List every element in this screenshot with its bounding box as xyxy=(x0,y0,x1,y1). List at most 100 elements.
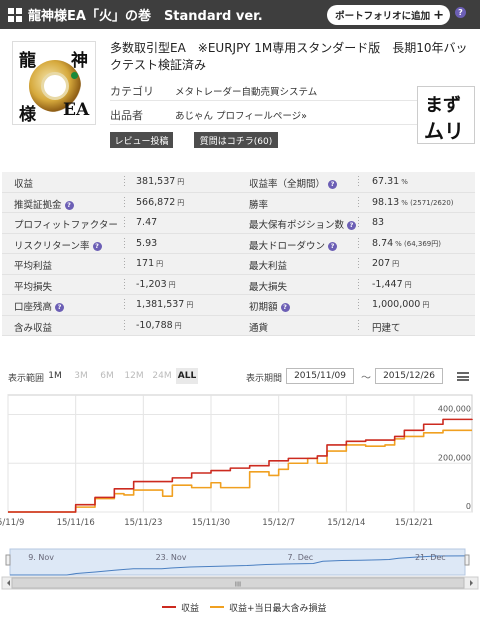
stat-value: 566,872 円 xyxy=(136,197,184,208)
seller-label: 出品者 xyxy=(110,109,143,122)
stat-value-text: 98.13 xyxy=(372,196,400,208)
date-separator: 〜 xyxy=(361,373,371,384)
range-label: 表示範囲 xyxy=(8,374,45,384)
y-tick-label: 200,000 xyxy=(438,453,471,462)
stat-unit: 円 xyxy=(186,301,194,309)
navigator-label: 9. Nov xyxy=(28,553,54,562)
stat-label-text: 含み収益 xyxy=(14,322,53,334)
stat-unit: % (64,369円) xyxy=(395,239,441,248)
stat-label: リスクリターン率? xyxy=(14,238,102,252)
review-button[interactable]: レビュー投稿 xyxy=(110,132,173,148)
stat-label: 通貨 xyxy=(249,320,268,334)
stat-label-text: 最大利益 xyxy=(249,261,288,272)
navigator-label: 21. Dec xyxy=(415,553,446,562)
stats-row: 口座残高? 1,381,537 円初期額? 1,000,000 円 xyxy=(2,295,475,316)
stat-unit: 円 xyxy=(177,198,185,207)
stat-value: 381,537 円 xyxy=(136,176,184,187)
stat-label: 最大ドローダウン? xyxy=(249,238,338,252)
stat-unit: 円 xyxy=(404,280,412,289)
grid-icon[interactable] xyxy=(8,7,22,22)
stat-value-text: 566,872 xyxy=(136,196,176,208)
navigator-chart[interactable]: 9. Nov 23. Nov 7. Dec 21. Dec III xyxy=(0,545,480,595)
stat-label-text: 平均利益 xyxy=(14,261,53,272)
range-1m-button[interactable]: 1M xyxy=(45,368,65,384)
plot-area xyxy=(7,394,473,513)
stat-unit: 円 xyxy=(422,301,430,309)
stats-row: リスクリターン率? 5.93 最大ドローダウン? 8.74% (64,369円) xyxy=(2,234,475,254)
legend-item[interactable]: 収益 xyxy=(162,600,199,614)
range-12m-button[interactable]: 12M xyxy=(122,368,146,384)
stats-table: 収益 381,537 円収益率（全期間）? 67.31% 推奨証拠金? 566,872 円勝… xyxy=(2,172,475,336)
stat-value: -10,788 円 xyxy=(136,320,182,331)
stat-label-text: 通貨 xyxy=(249,322,269,334)
help-icon[interactable]: ? xyxy=(92,241,102,251)
help-icon[interactable]: ? xyxy=(280,303,290,312)
y-tick-label: 400,000 xyxy=(438,405,471,414)
date-to-input[interactable]: 2015/12/26 xyxy=(375,368,443,384)
stat-value-text: 8.74 xyxy=(372,237,394,249)
stat-label-text: 初期額 xyxy=(249,302,278,313)
help-icon[interactable]: ? xyxy=(328,241,338,251)
stat-value: 1,381,537 円 xyxy=(136,299,193,310)
stat-label-text: 最大ドローダウン xyxy=(249,240,326,252)
menu-icon[interactable] xyxy=(457,372,469,381)
range-3m-button[interactable]: 3M xyxy=(71,368,91,384)
legend-item[interactable]: 収益+当日最大含み損益 xyxy=(210,600,327,614)
stat-value: 207 円 xyxy=(372,258,399,269)
stats-row: 平均損失 -1,203 円最大損失 -1,447 円 xyxy=(2,275,475,295)
help-icon[interactable]: ? xyxy=(455,7,466,18)
stat-value: 8.74% (64,369円) xyxy=(372,238,441,249)
stat-value-text: 円建て xyxy=(372,322,401,334)
stat-value: 7.47 xyxy=(136,217,157,228)
stat-value-text: 7.47 xyxy=(136,217,158,228)
add-portfolio-label: ポートフォリオに追加 xyxy=(335,11,431,22)
x-tick-label: 15/12/21 xyxy=(395,518,433,528)
scrollbar-grip: III xyxy=(235,581,241,589)
seller-link[interactable]: あじゃん プロフィールページ» xyxy=(175,108,307,122)
stat-value-text: 67.31 xyxy=(372,176,400,187)
help-icon[interactable]: ? xyxy=(64,200,74,210)
stat-value-text: -10,788 xyxy=(136,319,173,331)
stats-row: 収益 381,537 円 収益率（全期間）? 67.31% xyxy=(2,172,475,193)
add-portfolio-button[interactable]: ポートフォリオに追加 + xyxy=(327,5,450,25)
x-tick-label: 15/12/14 xyxy=(327,518,365,528)
x-tick-label: 15/11/30 xyxy=(192,518,230,528)
question-button[interactable]: 質問はコチラ(60) xyxy=(194,132,278,148)
date-from-input[interactable]: 2015/11/09 xyxy=(286,368,354,384)
range-24m-button[interactable]: 24M xyxy=(150,368,174,384)
stat-unit: 円 xyxy=(392,260,400,268)
x-tick-label: 15/11/16 xyxy=(57,518,95,528)
navigator-right-handle[interactable] xyxy=(464,554,470,566)
help-icon[interactable]: ? xyxy=(55,303,65,312)
stat-label-text: リスクリターン率 xyxy=(14,240,90,252)
legend-swatch xyxy=(210,606,224,608)
stat-label: 収益 xyxy=(14,176,33,190)
stat-label-text: 口座残高 xyxy=(14,302,53,313)
help-icon[interactable]: ? xyxy=(328,180,338,189)
stat-label: プロフィットファクター xyxy=(14,217,118,231)
range-all-button[interactable]: ALL xyxy=(176,368,198,384)
help-icon[interactable]: ? xyxy=(347,221,357,230)
stat-label: 含み収益 xyxy=(14,320,52,334)
stat-unit: 円 xyxy=(156,260,164,268)
stat-label: 平均利益 xyxy=(14,258,52,272)
legend-label: 収益 xyxy=(181,603,200,614)
stat-value-text: 1,381,537 xyxy=(136,299,185,310)
range-6m-button[interactable]: 6M xyxy=(97,368,117,384)
navigator-area xyxy=(9,548,466,576)
product-image-char: 神 xyxy=(71,51,88,71)
period-label: 表示期間 xyxy=(246,374,283,384)
stats-row: プロフィットファクター 7.47 最大保有ポジション数? 83 xyxy=(2,213,475,234)
stamp-line: ムリ xyxy=(424,119,464,143)
stat-label-text: 最大損失 xyxy=(249,281,288,293)
navigator-left-handle[interactable] xyxy=(5,554,11,566)
stat-value: 98.13% (2571/2620) xyxy=(372,197,454,208)
product-image-char: EA xyxy=(63,100,90,120)
legend-label: 収益+当日最大含み損益 xyxy=(229,603,327,614)
stats-row: 平均利益 171 円最大利益 207 円 xyxy=(2,254,475,275)
stat-value: 円建て xyxy=(372,320,401,334)
stat-label: 最大損失 xyxy=(249,279,287,293)
page-title: 龍神様EA「火」の巻 Standard ver. xyxy=(28,9,263,24)
stat-unit: 円 xyxy=(177,178,185,186)
stat-label: 平均損失 xyxy=(14,279,52,293)
